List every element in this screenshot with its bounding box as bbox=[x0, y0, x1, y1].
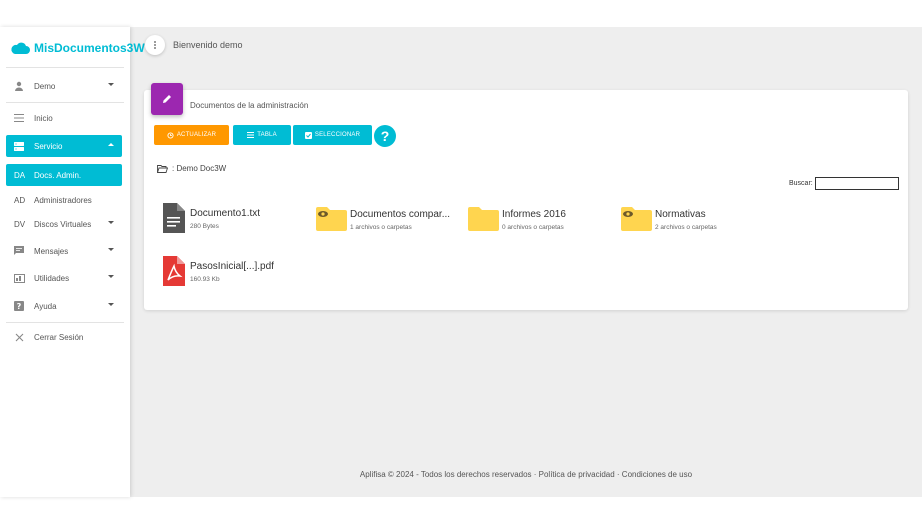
table-label: TABLA bbox=[257, 132, 277, 138]
select-label: SELECCIONAR bbox=[314, 132, 361, 138]
breadcrumb: : Demo Doc3W bbox=[157, 164, 226, 173]
folder-name: Normativas bbox=[655, 209, 706, 220]
cloud-logo-icon bbox=[11, 42, 30, 54]
brand[interactable]: MisDocumentos3W bbox=[10, 41, 145, 55]
text-file-icon bbox=[163, 203, 185, 233]
sidebar-item-utilidades[interactable]: Utilidades bbox=[6, 267, 122, 289]
sidebar-item-label: Discos Virtuales bbox=[34, 219, 92, 229]
divider bbox=[6, 102, 124, 103]
sidebar-user-label: Demo bbox=[34, 81, 56, 91]
user-icon bbox=[10, 81, 28, 91]
search-input[interactable] bbox=[815, 177, 899, 190]
sidebar-item-logout[interactable]: Cerrar Sesión bbox=[6, 326, 122, 348]
sidebar-item-ayuda[interactable]: ? Ayuda bbox=[6, 295, 122, 317]
divider bbox=[6, 67, 124, 68]
refresh-button[interactable]: ACTUALIZAR bbox=[154, 125, 229, 145]
more-vertical-icon bbox=[154, 41, 156, 49]
folder-open-icon bbox=[157, 164, 168, 173]
help-icon: ? bbox=[10, 301, 28, 311]
folder-icon bbox=[468, 207, 499, 231]
close-icon bbox=[10, 333, 28, 342]
sidebar-item-label: Administradores bbox=[34, 195, 92, 205]
folder-item[interactable]: Normativas 2 archivos o carpetas bbox=[621, 207, 717, 231]
pdf-file-icon bbox=[163, 256, 185, 286]
welcome-text: Bienvenido demo bbox=[173, 40, 243, 50]
sidebar-item-inicio[interactable]: Inicio bbox=[6, 107, 122, 129]
folder-meta: 2 archivos o carpetas bbox=[655, 224, 717, 231]
server-icon bbox=[10, 141, 28, 151]
select-button[interactable]: SELECCIONAR bbox=[293, 125, 372, 145]
sidebar: MisDocumentos3W Demo Inicio Servicio DA … bbox=[0, 27, 145, 497]
chevron-down-icon bbox=[108, 221, 114, 224]
chat-icon bbox=[10, 246, 28, 256]
breadcrumb-path[interactable]: : Demo Doc3W bbox=[172, 164, 226, 173]
shared-folder-icon bbox=[621, 207, 652, 231]
sidebar-item-label: Docs. Admin. bbox=[34, 170, 82, 180]
file-meta: 280 Bytes bbox=[190, 223, 219, 230]
chevron-down-icon bbox=[108, 248, 114, 251]
chevron-down-icon bbox=[108, 275, 114, 278]
file-name: PasosInicial[...].pdf bbox=[190, 261, 274, 272]
folder-meta: 0 archivos o carpetas bbox=[502, 224, 564, 231]
folder-meta: 1 archivos o carpetas bbox=[350, 224, 412, 231]
edit-icon bbox=[151, 83, 183, 115]
folder-item[interactable]: Informes 2016 0 archivos o carpetas bbox=[468, 207, 566, 231]
divider bbox=[6, 322, 124, 323]
refresh-icon bbox=[167, 131, 174, 139]
sidebar-item-label: Inicio bbox=[34, 113, 53, 123]
footer-text: Aplifisa © 2024 - Todos los derechos res… bbox=[359, 470, 693, 479]
search-label: Buscar: bbox=[789, 180, 813, 187]
menu-icon bbox=[10, 114, 28, 122]
shared-folder-icon bbox=[316, 207, 347, 231]
sidebar-item-administradores[interactable]: AD Administradores bbox=[6, 189, 122, 211]
sidebar-item-docs-admin[interactable]: DA Docs. Admin. bbox=[6, 164, 122, 186]
sidebar-item-mensajes[interactable]: Mensajes bbox=[6, 240, 122, 262]
tools-icon bbox=[10, 273, 28, 283]
sidebar-item-label: Mensajes bbox=[34, 246, 69, 256]
checkbox-icon bbox=[304, 131, 312, 139]
file-name: Documento1.txt bbox=[190, 208, 261, 219]
file-item[interactable]: PasosInicial[...].pdf 160.93 Kb bbox=[163, 256, 274, 286]
file-meta: 160.93 Kb bbox=[190, 276, 220, 283]
sidebar-item-discos-virtuales[interactable]: DV Discos Virtuales bbox=[6, 213, 122, 235]
folder-item[interactable]: Documentos compar... 1 archivos o carpet… bbox=[316, 207, 450, 231]
menu-toggle-button[interactable] bbox=[145, 35, 165, 55]
folder-name: Informes 2016 bbox=[502, 209, 566, 220]
table-button[interactable]: TABLA bbox=[233, 125, 291, 145]
chevron-down-icon bbox=[108, 303, 114, 306]
app-name: MisDocumentos3W bbox=[34, 41, 145, 55]
folder-name: Documentos compar... bbox=[350, 209, 451, 220]
sidebar-item-label: Utilidades bbox=[34, 273, 70, 283]
sidebar-item-abbr: DV bbox=[14, 219, 26, 229]
chevron-down-icon bbox=[108, 83, 114, 86]
svg-text:?: ? bbox=[17, 302, 22, 311]
chevron-up-icon bbox=[108, 143, 114, 146]
refresh-label: ACTUALIZAR bbox=[176, 132, 217, 138]
sidebar-item-abbr: DA bbox=[14, 170, 26, 180]
sidebar-item-label: Cerrar Sesión bbox=[34, 332, 84, 342]
sidebar-item-label: Ayuda bbox=[34, 301, 57, 311]
file-item[interactable]: Documento1.txt 280 Bytes bbox=[163, 203, 260, 233]
sidebar-item-label: Servicio bbox=[34, 141, 63, 151]
card-title: Documentos de la administración bbox=[190, 101, 309, 110]
sidebar-user-menu[interactable]: Demo bbox=[6, 75, 122, 97]
sidebar-item-servicio[interactable]: Servicio bbox=[6, 135, 122, 157]
list-icon bbox=[247, 132, 255, 138]
help-button[interactable]: ? bbox=[374, 125, 396, 147]
sidebar-item-abbr: AD bbox=[14, 195, 26, 205]
